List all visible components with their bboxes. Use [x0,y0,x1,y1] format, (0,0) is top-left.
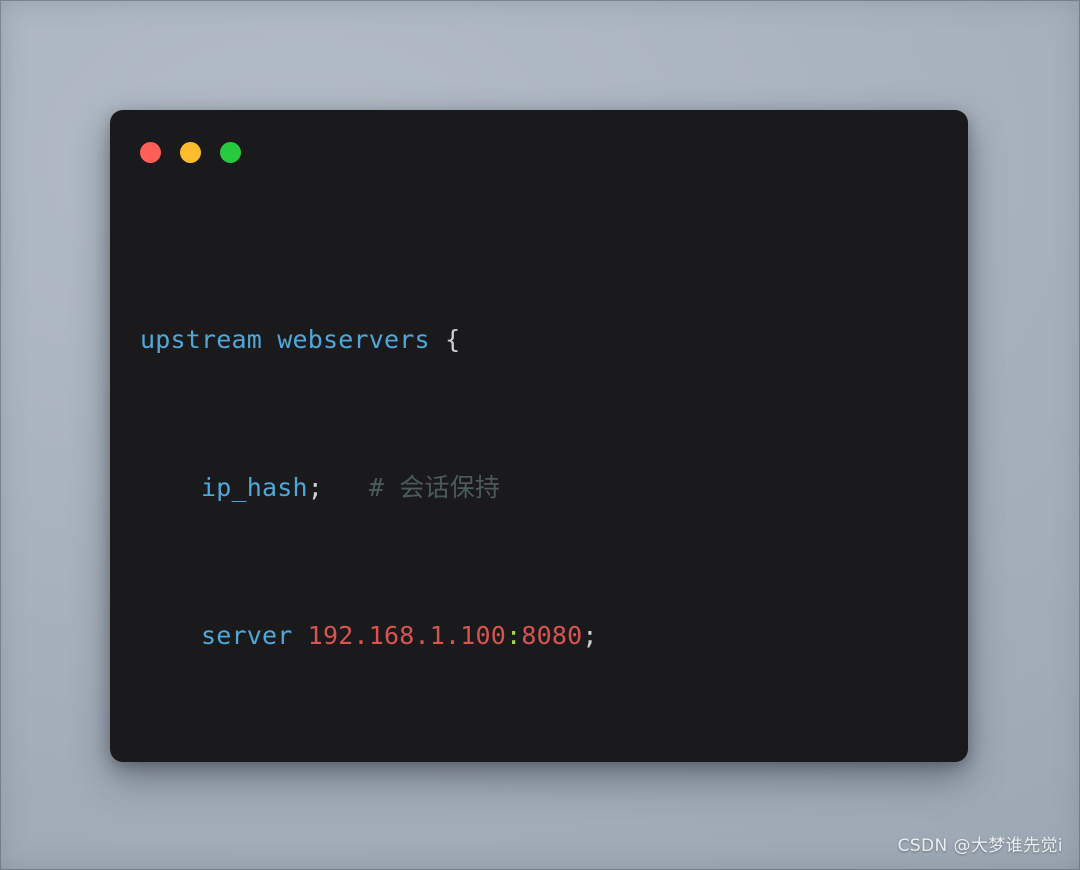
code-line: ip_hash; # 会话保持 [140,469,954,506]
code-line: upstream webservers { [140,321,954,358]
token-ip-address: 192.168.1.100 [307,621,507,650]
minimize-button-dot[interactable] [180,142,201,163]
token-colon: : [506,621,522,650]
token-directive: ip_hash [201,473,308,502]
code-snippet-window: upstream webservers { ip_hash; # 会话保持 se… [110,110,968,762]
token-comment: # 会话保持 [368,473,501,502]
code-line: server 192.168.1.100:8080; [140,617,954,654]
token-directive: server [201,621,293,650]
token-semicolon: ; [582,621,598,650]
code-block: upstream webservers { ip_hash; # 会话保持 se… [140,210,954,762]
close-button-dot[interactable] [140,142,161,163]
csdn-watermark: CSDN @大梦谁先觉i [897,836,1063,856]
token-keyword: upstream [140,325,263,354]
token-semicolon: ; [307,473,324,502]
token-brace: { [445,325,461,354]
token-port: 8080 [521,621,583,650]
wallpaper-backdrop: upstream webservers { ip_hash; # 会话保持 se… [0,0,1080,870]
token-upstream-name: webservers [277,325,430,354]
maximize-button-dot[interactable] [220,142,241,163]
window-titlebar [140,142,241,163]
